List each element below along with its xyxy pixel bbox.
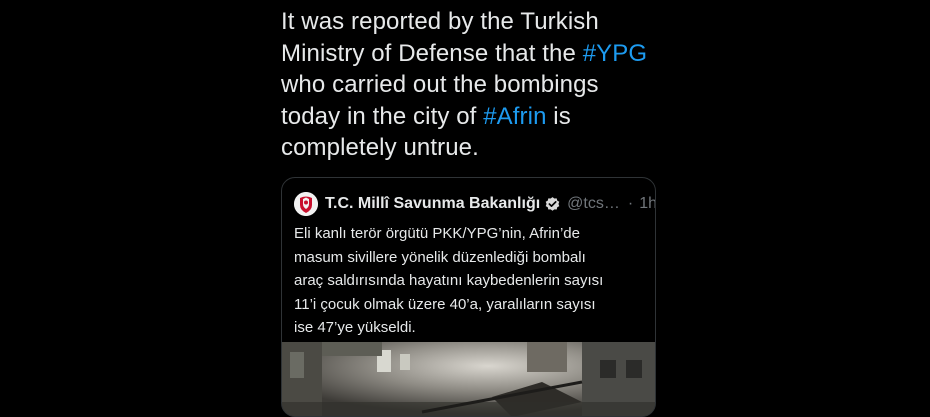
quoted-body-line: araç saldırısında hayatını kaybedenlerin… xyxy=(294,272,604,289)
bombing-scene-photo xyxy=(282,342,655,416)
avatar[interactable] xyxy=(294,192,318,216)
quoted-author-name[interactable]: T.C. Millî Savunma Bakanlığı xyxy=(325,195,540,213)
quoted-timestamp[interactable]: 1h xyxy=(639,195,655,213)
quoted-body-line: Eli kanlı terör örgütü PKK/YPG’nin, Afri… xyxy=(294,225,580,242)
tweet-text-segment: who carried out the bombings xyxy=(281,71,599,98)
tweet-text-segment: today in the city of xyxy=(281,102,484,130)
tweet-text: It was reported by the Turkish Ministry … xyxy=(281,6,681,164)
hashtag-ypg-link[interactable]: #YPG xyxy=(583,40,647,67)
tweet-line-1: It was reported by the Turkish xyxy=(281,6,681,38)
quoted-tweet-media-photo[interactable] xyxy=(282,342,655,416)
hashtag-afrin-link[interactable]: #Afrin xyxy=(483,103,546,130)
tweet-line-2: Ministry of Defense that the #YPG xyxy=(281,38,681,70)
separator-dot: · xyxy=(627,195,634,212)
tweet-line-3: who carried out the bombings xyxy=(281,69,681,101)
tweet-line-4: today in the city of #Afrin is xyxy=(281,101,681,133)
quoted-body-line: 11’i çocuk olmak üzere 40’a, yaralıların… xyxy=(294,295,596,313)
quoted-body-line: ise 47’ye yükseldi. xyxy=(294,319,416,336)
quoted-tweet-body: Eli kanlı terör örgütü PKK/YPG’nin, Afri… xyxy=(294,222,654,340)
quoted-tweet-card[interactable]: T.C. Millî Savunma Bakanlığı @tcs… · 1h … xyxy=(281,177,656,417)
quoted-body-line: masum sivillere yönelik düzenlediği bomb… xyxy=(294,248,586,266)
quoted-author-handle[interactable]: @tcs… xyxy=(567,195,620,213)
tweet-text-segment: completely untrue. xyxy=(281,134,479,161)
tweet-text-segment: is xyxy=(546,102,571,130)
ministry-emblem-icon xyxy=(294,192,318,216)
tweet-text-segment: It was reported by the Turkish xyxy=(281,8,599,35)
quoted-tweet-header: T.C. Millî Savunma Bakanlığı @tcs… · 1h xyxy=(294,192,655,216)
tweet-text-segment: Ministry of Defense that the xyxy=(281,39,583,67)
tweet-line-5: completely untrue. xyxy=(281,132,681,164)
verified-badge-icon xyxy=(544,196,561,213)
